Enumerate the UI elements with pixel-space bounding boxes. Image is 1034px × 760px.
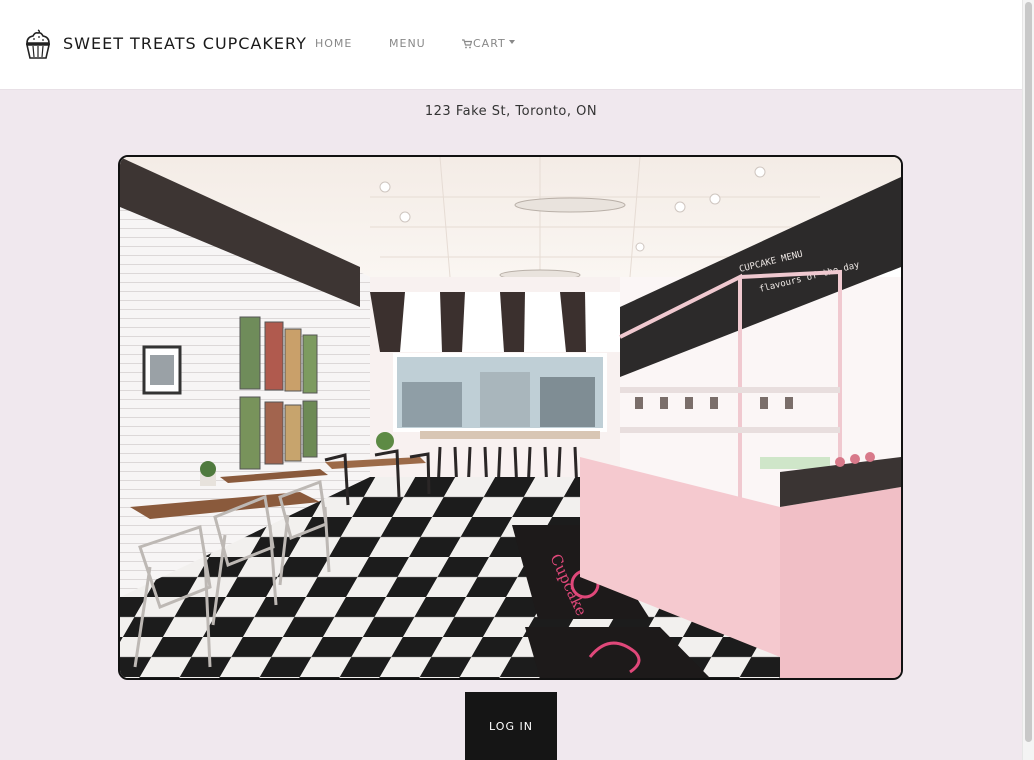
store-address: 123 Fake St, Toronto, ON	[424, 104, 598, 119]
cart-icon	[462, 39, 473, 49]
shop-interior-photo: Cupcake CUPCAKE MENU flavours of the day	[118, 155, 903, 680]
vertical-scrollbar[interactable]	[1022, 0, 1034, 760]
cupcake-icon	[24, 28, 52, 60]
caret-down-icon	[508, 40, 515, 44]
page: SWEET TREATS CUPCAKERY HOME MENU CART 12…	[0, 0, 1034, 760]
brand-link[interactable]: SWEET TREATS CUPCAKERY	[24, 28, 307, 60]
brand-name: SWEET TREATS CUPCAKERY	[63, 34, 307, 53]
scrollbar-thumb[interactable]	[1025, 2, 1032, 742]
nav-cart-label: CART	[473, 37, 506, 50]
nav-cart-dropdown[interactable]: CART	[462, 37, 515, 51]
nav-home-link[interactable]: HOME	[315, 37, 352, 51]
nav-menu-link[interactable]: MENU	[389, 37, 426, 51]
login-button[interactable]: LOG IN	[465, 692, 557, 760]
navbar: SWEET TREATS CUPCAKERY HOME MENU CART	[0, 0, 1022, 90]
